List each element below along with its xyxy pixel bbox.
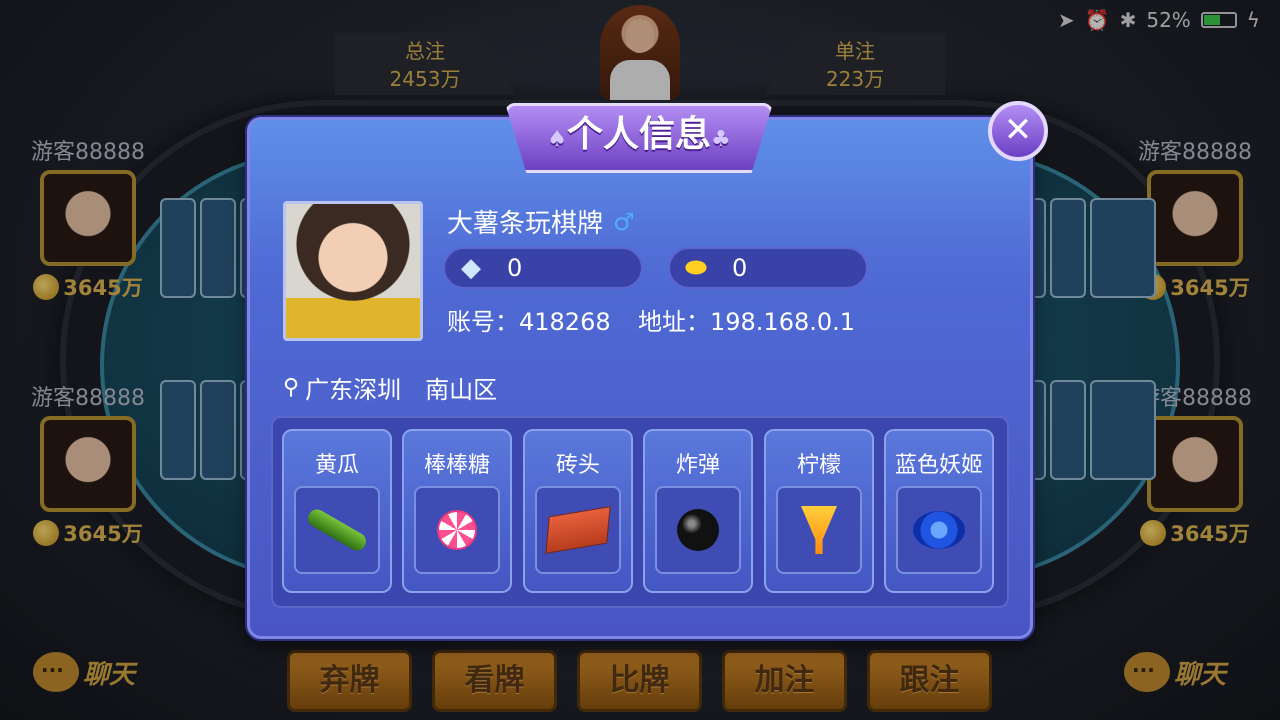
- gift-lemon-drink[interactable]: 柠檬: [764, 429, 874, 593]
- gift-name: 蓝色妖姬: [894, 453, 983, 478]
- gift-blue-rose[interactable]: 蓝色妖姬: [884, 429, 994, 593]
- lemon-drink-icon: [801, 506, 837, 554]
- location-pin-icon: ⚲: [283, 375, 300, 400]
- ip-address: 地址：198.168.0.1: [638, 308, 856, 336]
- gift-cucumber[interactable]: 黄瓜: [282, 429, 392, 593]
- brick-icon: [545, 506, 611, 554]
- gift-name: 黄瓜: [314, 453, 359, 478]
- diamond-count: 0: [507, 254, 523, 282]
- gift-name: 炸弹: [675, 453, 720, 478]
- account-id: 账号：418268: [447, 308, 611, 336]
- close-button[interactable]: ✕: [988, 101, 1048, 161]
- spade-icon: ♠: [547, 127, 567, 152]
- location-text: 广东深圳 南山区: [305, 376, 498, 404]
- diamond-balance: ◆ 0: [443, 247, 643, 289]
- nickname: 大薯条玩棋牌: [447, 209, 604, 239]
- gift-name: 砖头: [555, 453, 600, 478]
- gold-count: 0: [732, 254, 748, 282]
- profile-avatar: [283, 201, 423, 341]
- lollipop-icon: [437, 510, 477, 550]
- gold-ingot-icon: ⬬: [684, 252, 708, 283]
- gift-name: 柠檬: [796, 453, 841, 478]
- dialog-title: 个人信息: [566, 114, 711, 155]
- blue-rose-icon: [913, 511, 965, 549]
- location-row: ⚲ 广东深圳 南山区: [283, 370, 497, 405]
- dialog-title-badge: ♠个人信息♣: [505, 103, 773, 173]
- cucumber-icon: [304, 506, 370, 554]
- gold-balance: ⬬ 0: [668, 247, 868, 289]
- gift-lollipop[interactable]: 棒棒糖: [402, 429, 512, 593]
- male-icon: ♂: [613, 207, 635, 236]
- diamond-icon: ◆: [461, 253, 481, 283]
- gift-name: 棒棒糖: [423, 453, 490, 478]
- gift-bomb[interactable]: 炸弹: [643, 429, 753, 593]
- club-icon: ♣: [711, 127, 731, 152]
- gift-brick[interactable]: 砖头: [523, 429, 633, 593]
- bomb-icon: [677, 509, 719, 551]
- nickname-row: 大薯条玩棋牌 ♂: [447, 203, 635, 240]
